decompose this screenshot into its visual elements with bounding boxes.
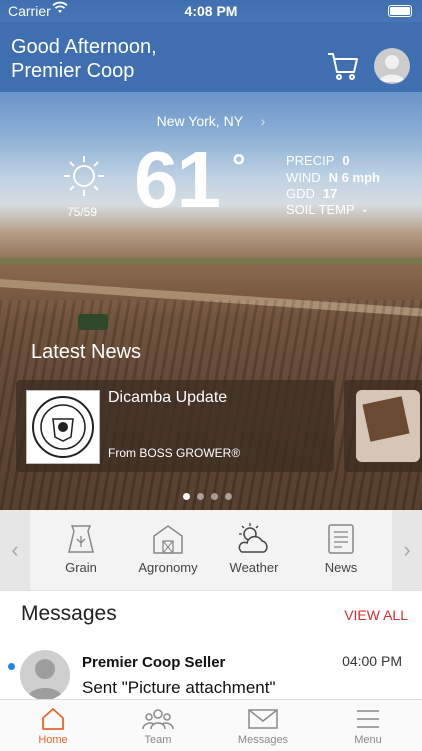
barn-icon [153, 525, 183, 554]
tablet-screen [362, 396, 410, 442]
messages-heading: Messages [21, 602, 117, 625]
chevron-right-icon: › [260, 113, 266, 129]
precip-row: PRECIP 0 [286, 153, 350, 168]
soil-label: SOIL TEMP [286, 202, 355, 217]
field-horizon [0, 258, 422, 264]
gdd-label: GDD [286, 186, 315, 201]
clock: 4:08 PM [184, 3, 238, 19]
partly-cloudy-icon [238, 523, 268, 553]
envelope-icon [248, 709, 278, 729]
wind-label: WIND [286, 170, 321, 185]
news-card-source: From BOSS GROWER® [108, 446, 241, 460]
quick-link-label: News [324, 560, 358, 575]
tab-bar: Home Team Messages Menu [0, 699, 422, 751]
status-bar: Carrier 4:08 PM [0, 0, 422, 22]
wind-value: N 6 mph [328, 170, 380, 185]
carousel-dots [183, 487, 239, 505]
degree-symbol: ° [232, 148, 246, 186]
message-time: 04:00 PM [342, 653, 402, 669]
quick-link-grain[interactable]: Grain [41, 522, 121, 575]
gdd-row: GDD 17 [286, 186, 337, 201]
carousel-dot[interactable] [197, 493, 204, 500]
grain-bag-icon [68, 525, 94, 553]
weather-location[interactable]: New York, NY › [0, 113, 422, 129]
greeting-line: Good Afternoon, [11, 36, 157, 58]
tractor-image [78, 314, 108, 330]
current-temperature: 61 [134, 135, 221, 224]
carousel-dot[interactable] [225, 493, 232, 500]
tab-menu[interactable]: Menu [328, 706, 408, 746]
quick-link-agronomy[interactable]: Agronomy [128, 522, 208, 575]
precip-label: PRECIP [286, 153, 335, 168]
cart-icon[interactable] [326, 48, 360, 82]
chevron-right-icon[interactable]: › [392, 510, 422, 590]
view-all-link[interactable]: VIEW ALL [344, 607, 408, 623]
news-card-title: Dicamba Update [108, 389, 228, 406]
quick-link-label: Weather [229, 560, 279, 575]
home-icon [42, 708, 64, 730]
gdd-value: 17 [322, 186, 338, 201]
quick-link-label: Grain [65, 560, 97, 575]
news-seal-image [26, 390, 100, 464]
message-sender[interactable]: Premier Coop Seller [82, 654, 225, 671]
sun-icon [62, 154, 106, 198]
tab-label: Home [38, 734, 68, 746]
newspaper-icon [328, 524, 354, 554]
tab-team[interactable]: Team [118, 706, 198, 746]
profile-avatar[interactable] [374, 48, 410, 84]
hi-lo-temp: 75/59 [67, 205, 98, 219]
tab-label: Team [144, 734, 172, 746]
news-heading: Latest News [31, 341, 142, 363]
carousel-dot[interactable] [183, 493, 190, 500]
tab-home[interactable]: Home [13, 706, 93, 746]
soil-row: SOIL TEMP - [286, 202, 367, 217]
precip-value: 0 [342, 153, 350, 168]
quick-link-weather[interactable]: Weather [214, 522, 294, 575]
hamburger-icon [357, 710, 379, 728]
quick-link-label: Agronomy [138, 560, 198, 575]
soil-value: - [362, 202, 367, 217]
news-card-next[interactable] [344, 380, 422, 472]
location-label: New York, NY [156, 113, 243, 129]
message-preview[interactable]: Sent "Picture attachment" [82, 678, 276, 698]
wind-row: WIND N 6 mph [286, 170, 380, 185]
app-header: Good Afternoon, Premier Coop [0, 22, 422, 92]
tab-messages[interactable]: Messages [223, 706, 303, 746]
unread-indicator [8, 663, 15, 670]
battery-icon [388, 5, 412, 17]
carousel-dot[interactable] [211, 493, 218, 500]
message-avatar [20, 650, 70, 700]
tab-label: Menu [354, 734, 382, 746]
greeting: Good Afternoon, Premier Coop [11, 35, 157, 83]
quick-links: ‹ › Grain Agronomy Weather News [0, 510, 422, 591]
chevron-left-icon[interactable]: ‹ [0, 510, 30, 590]
greeting-name: Premier Coop [11, 60, 135, 82]
quick-link-news[interactable]: News [301, 522, 381, 575]
tab-label: Messages [237, 734, 289, 746]
team-icon [142, 709, 174, 730]
